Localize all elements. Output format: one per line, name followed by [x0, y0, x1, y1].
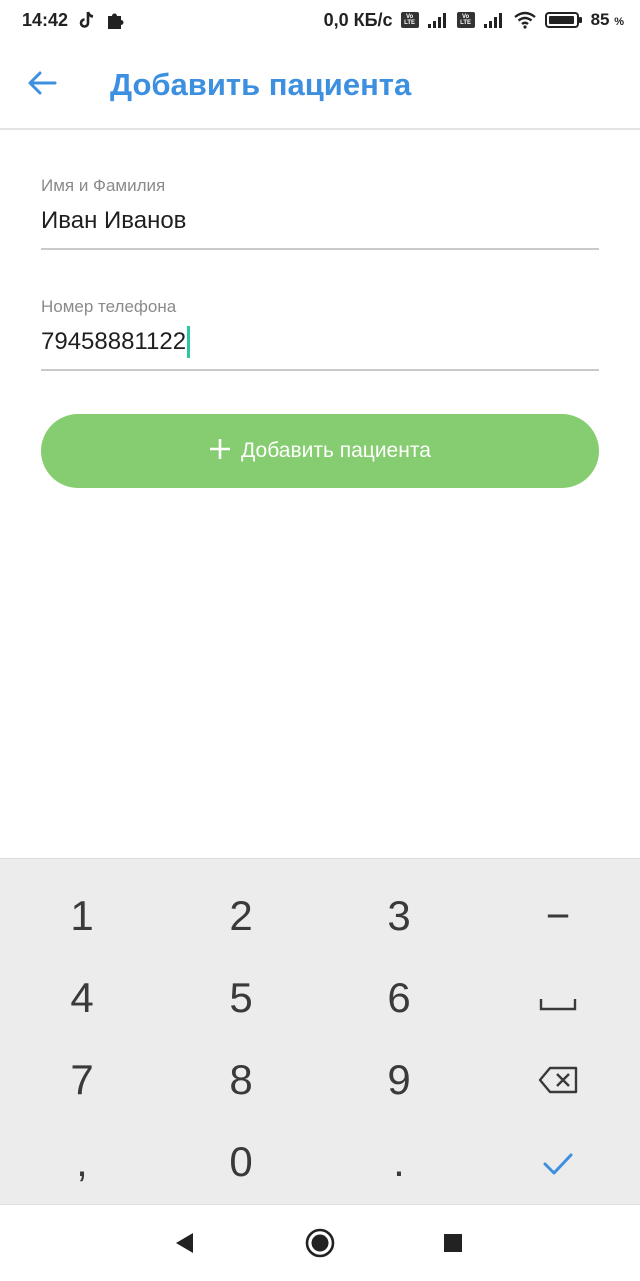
key-4[interactable]: 4	[2, 957, 162, 1039]
key-7[interactable]: 7	[2, 1039, 162, 1121]
space-icon	[539, 974, 577, 1022]
key-5[interactable]: 5	[161, 957, 321, 1039]
network-speed: 0,0 КБ/с	[323, 9, 393, 30]
page-title: Добавить пациента	[110, 67, 412, 102]
app-bar: Добавить пациента	[0, 40, 640, 130]
signal-icon-2	[483, 11, 505, 29]
phone-input[interactable]: 79458881122	[41, 325, 599, 371]
name-field[interactable]: Имя и Фамилия Иван Иванов	[41, 176, 599, 250]
back-button[interactable]	[22, 62, 62, 108]
numeric-keyboard: 1 2 3 − 4 5 6 7 8 9 , 0 .	[0, 858, 640, 1205]
volte-icon-2: Vo LTE	[456, 12, 475, 28]
add-patient-button-label: Добавить пациента	[241, 439, 431, 462]
key-1[interactable]: 1	[2, 875, 162, 957]
status-time: 14:42	[22, 9, 69, 30]
nav-back-button[interactable]	[166, 1227, 202, 1263]
tiktok-icon	[78, 10, 96, 30]
name-field-label: Имя и Фамилия	[41, 176, 166, 195]
circle-home-icon	[304, 1227, 336, 1264]
square-recents-icon	[442, 1232, 464, 1259]
triangle-back-icon	[173, 1231, 195, 1260]
battery-unit: %	[614, 16, 624, 28]
key-6[interactable]: 6	[319, 957, 479, 1039]
key-done[interactable]	[478, 1121, 638, 1203]
key-backspace[interactable]	[478, 1039, 638, 1121]
battery-icon	[544, 11, 583, 29]
key-0[interactable]: 0	[161, 1121, 321, 1203]
key-8[interactable]: 8	[161, 1039, 321, 1121]
key-9[interactable]: 9	[319, 1039, 479, 1121]
checkmark-icon	[542, 1138, 574, 1186]
key-3[interactable]: 3	[319, 875, 479, 957]
phone-field-label: Номер телефона	[41, 297, 177, 316]
name-input[interactable]: Иван Иванов	[41, 204, 599, 250]
battery-percent: 85	[590, 10, 610, 29]
key-space[interactable]	[478, 957, 638, 1039]
key-minus[interactable]: −	[478, 875, 638, 957]
system-nav-bar	[0, 1204, 640, 1281]
add-patient-button[interactable]: Добавить пациента	[41, 414, 599, 488]
volte-icon: Vo LTE	[400, 12, 419, 28]
phone-input-value: 79458881122	[41, 328, 187, 355]
wifi-icon	[513, 11, 537, 29]
nav-home-button[interactable]	[302, 1227, 338, 1263]
arrow-left-icon	[27, 70, 57, 101]
name-input-value: Иван Иванов	[41, 207, 187, 234]
key-2[interactable]: 2	[161, 875, 321, 957]
puzzle-icon	[106, 10, 126, 30]
key-period[interactable]: .	[319, 1121, 479, 1203]
status-bar: 14:42 0,0 КБ/с Vo LTE Vo LTE 85 %	[0, 0, 640, 40]
signal-icon	[427, 11, 449, 29]
phone-field[interactable]: Номер телефона 79458881122	[41, 297, 599, 371]
nav-recents-button[interactable]	[435, 1227, 471, 1263]
text-cursor	[187, 326, 191, 358]
plus-icon	[209, 432, 231, 466]
key-comma[interactable]: ,	[2, 1121, 162, 1203]
backspace-icon	[538, 1056, 578, 1104]
